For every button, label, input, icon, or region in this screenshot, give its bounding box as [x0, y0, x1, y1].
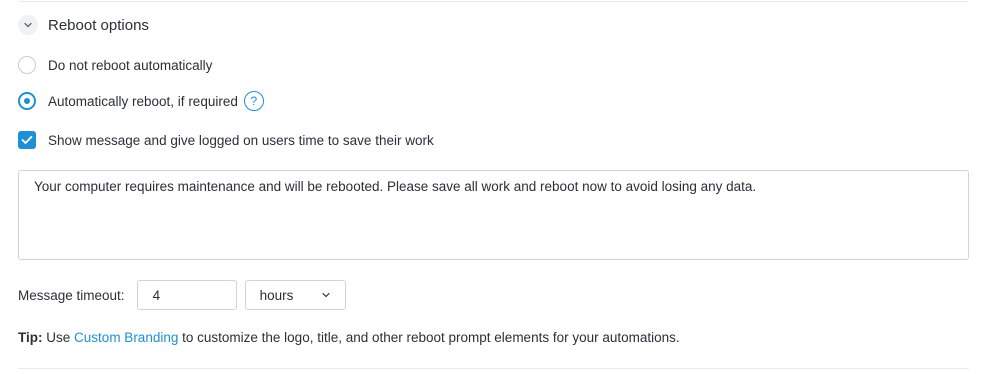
message-timeout-input[interactable]: 4 — [136, 280, 237, 310]
message-timeout-row: Message timeout: 4 hours — [18, 280, 346, 310]
option-show-message[interactable]: Show message and give logged on users ti… — [18, 130, 434, 150]
message-timeout-label: Message timeout: — [18, 287, 125, 303]
tip-text: Tip: Use Custom Branding to customize th… — [18, 330, 680, 345]
auto-reboot-radio[interactable] — [18, 92, 36, 110]
chevron-down-icon — [321, 292, 330, 298]
timeout-unit-select[interactable]: hours — [244, 280, 346, 310]
show-message-checkbox[interactable] — [18, 131, 36, 149]
tip-use: Use — [46, 330, 71, 345]
top-divider — [18, 1, 969, 2]
option-no-reboot[interactable]: Do not reboot automatically — [18, 55, 212, 75]
no-reboot-radio[interactable] — [18, 56, 36, 74]
checkmark-icon — [21, 135, 33, 144]
reboot-options-header[interactable]: Reboot options — [18, 14, 149, 36]
section-title: Reboot options — [48, 16, 149, 34]
custom-branding-link[interactable]: Custom Branding — [74, 330, 178, 345]
timeout-unit-value: hours — [259, 287, 294, 303]
reboot-message-textarea[interactable]: Your computer requires maintenance and w… — [18, 170, 969, 260]
tip-prefix: Tip: — [18, 330, 43, 345]
chevron-down-icon[interactable] — [18, 15, 38, 35]
auto-reboot-label: Automatically reboot, if required — [48, 93, 238, 109]
no-reboot-label: Do not reboot automatically — [48, 57, 213, 73]
option-auto-reboot[interactable]: Automatically reboot, if required ? — [18, 91, 264, 111]
help-icon[interactable]: ? — [243, 91, 264, 111]
show-message-label: Show message and give logged on users ti… — [48, 132, 434, 148]
tip-suffix: to customize the logo, title, and other … — [182, 330, 680, 345]
bottom-divider — [18, 368, 969, 369]
